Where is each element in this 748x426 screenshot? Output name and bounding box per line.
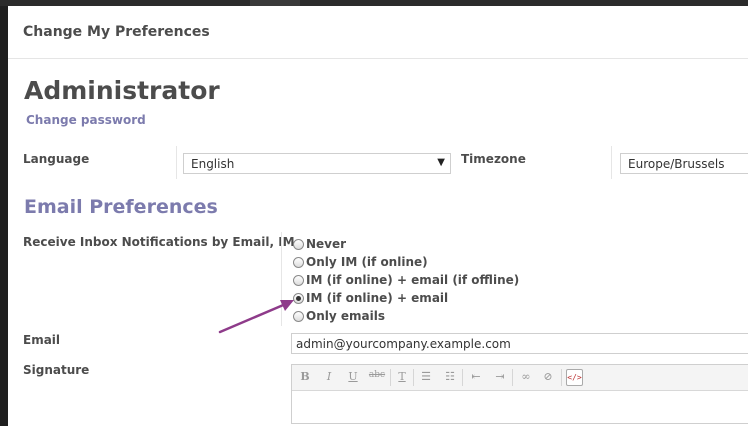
radio-never[interactable]: Never [293,236,346,252]
radio-button-selected[interactable] [293,292,304,304]
timezone-value: Europe/Brussels [628,157,725,171]
radio-label: Only emails [306,309,385,323]
underline-icon[interactable]: U [347,370,359,385]
preferences-dialog: Change My Preferences Administrator Chan… [8,6,748,426]
source-icon[interactable]: </> [566,369,583,386]
radio-label: Only IM (if online) [306,255,428,269]
unlink-icon[interactable]: ⊘ [540,370,556,385]
radio-label: Never [306,237,347,251]
signature-editor[interactable]: B I U abc T ☰ ☷ ⇤ ⇥ ∞ ⊘ </> [291,364,748,424]
language-label: Language [23,152,90,166]
radio-button[interactable] [293,274,304,286]
radio-button[interactable] [293,310,304,322]
bold-icon[interactable]: B [299,370,311,385]
timezone-label: Timezone [461,152,526,166]
toolbar-divider [512,369,513,386]
radio-label: IM (if online) + email (if offline) [306,273,520,287]
notification-label: Receive Inbox Notifications by Email, IM [23,235,295,249]
signature-label: Signature [23,363,90,377]
email-preferences-title: Email Preferences [24,196,218,218]
toolbar-divider [462,369,463,386]
email-field[interactable]: admin@yourcompany.example.com [291,333,748,354]
strikethrough-icon[interactable]: abc [368,370,386,385]
language-value: English [191,157,235,171]
radio-im-email-offline[interactable]: IM (if online) + email (if offline) [293,272,519,288]
chevron-down-icon: ▼ [437,157,445,168]
change-password-link[interactable]: Change password [26,113,146,127]
radio-button[interactable] [293,256,304,268]
editor-toolbar: B I U abc T ☰ ☷ ⇤ ⇥ ∞ ⊘ </> [292,365,748,391]
indent-icon[interactable]: ⇥ [492,370,508,385]
radio-only-im[interactable]: Only IM (if online) [293,254,428,270]
user-name: Administrator [24,76,220,105]
divider [611,146,612,179]
toolbar-divider [561,369,562,386]
timezone-select[interactable]: Europe/Brussels [620,153,748,174]
remove-format-icon[interactable]: T [395,370,409,385]
toolbar-divider [413,369,414,386]
toolbar-divider [390,369,391,386]
outdent-icon[interactable]: ⇤ [468,370,484,385]
italic-icon[interactable]: I [323,370,335,385]
divider [176,146,177,179]
divider [281,232,282,326]
radio-only-emails[interactable]: Only emails [293,308,385,324]
language-select[interactable]: English ▼ [183,153,451,174]
bullet-list-icon[interactable]: ☰ [418,370,434,385]
email-label: Email [23,333,61,347]
dialog-title: Change My Preferences [23,24,210,40]
dialog-header: Change My Preferences [8,6,748,59]
radio-im-email[interactable]: IM (if online) + email [293,290,448,306]
radio-label: IM (if online) + email [306,291,449,305]
link-icon[interactable]: ∞ [518,370,534,385]
numbered-list-icon[interactable]: ☷ [442,370,458,385]
radio-button[interactable] [293,238,304,250]
